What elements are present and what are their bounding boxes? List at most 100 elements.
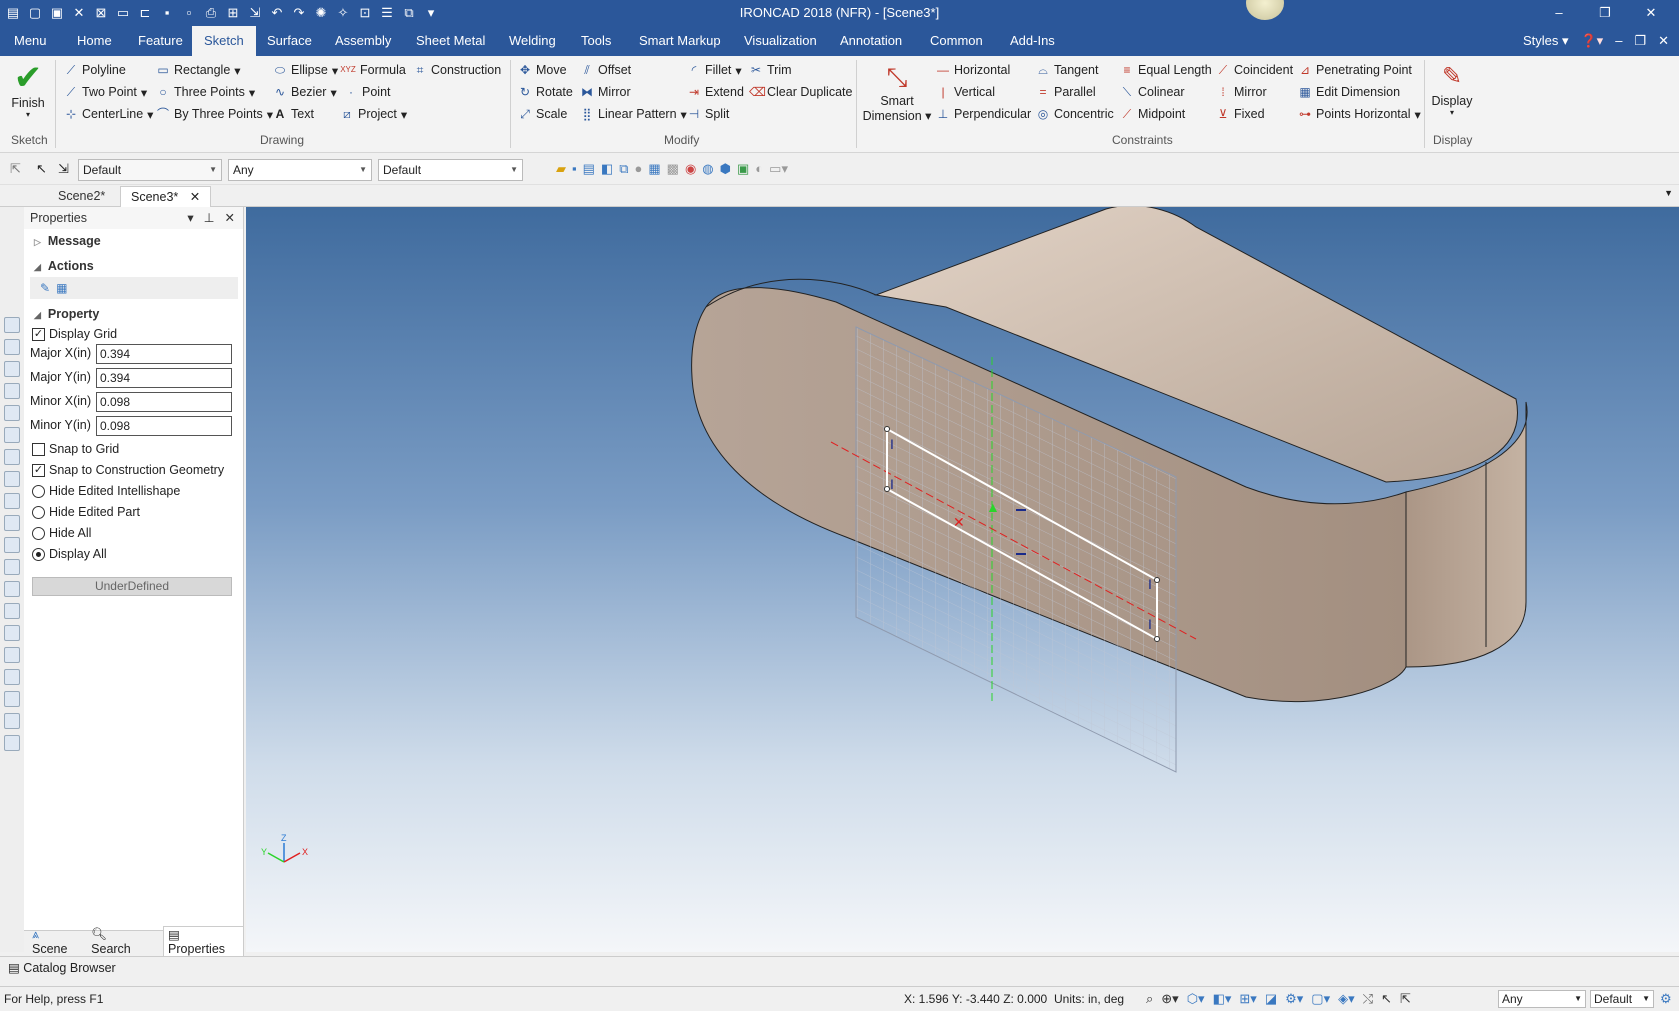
split-button[interactable]: ⊣ Split (687, 104, 730, 124)
project-button[interactable]: ⧄ Project ▾ (340, 104, 407, 124)
catalog-open-icon[interactable]: ▤ (583, 161, 595, 177)
move-button[interactable]: ✥ Move (518, 60, 567, 80)
catalog-browser-bar[interactable]: ▤ Catalog Browser (0, 956, 1679, 978)
perpendicular-button[interactable]: ⊥ Perpendicular (936, 104, 1031, 124)
extend-button[interactable]: ⇥ Extend (687, 82, 744, 102)
tab-visualization[interactable]: Visualization (732, 26, 829, 56)
bezier-button[interactable]: ∿ Bezier ▾ (273, 82, 337, 102)
assembly-icon[interactable]: ⧉ (619, 161, 628, 177)
tab-add-ins[interactable]: Add-Ins (998, 26, 1067, 56)
default-combo[interactable]: Default ▼ (378, 159, 523, 181)
point-button[interactable]: · Point (344, 82, 391, 102)
actions-section[interactable]: ◢ Actions (34, 259, 94, 273)
display-grid-checkbox[interactable]: ✓ Display Grid (32, 325, 117, 343)
smart-dimension-button[interactable]: ⤡ Smart Dimension ▾ (862, 60, 932, 130)
scene-model[interactable]: I I I I ✕ ▲ Z Y X (246, 207, 1679, 952)
tool-icon[interactable] (4, 493, 20, 509)
pin-icon[interactable]: ⊥ (204, 207, 215, 229)
part-icon[interactable]: ◧ (601, 161, 613, 177)
equal-length-button[interactable]: ≡ Equal Length (1120, 60, 1211, 80)
select-filter-icon[interactable]: ⇲ (58, 161, 69, 177)
tool-icon[interactable] (4, 537, 20, 553)
tool-icon[interactable] (4, 735, 20, 751)
ribbon-minimize-icon[interactable]: – (1615, 26, 1622, 56)
image-icon[interactable]: ▣ (737, 161, 749, 177)
panel-menu-icon[interactable]: ▾ (187, 207, 193, 229)
tab-search[interactable]: 🔍︎ Search (91, 927, 149, 956)
constraint-mirror-button[interactable]: ⁞ Mirror (1216, 82, 1266, 102)
close-tab-icon[interactable]: ✕ (190, 190, 200, 204)
by-three-points-button[interactable]: ⌒ By Three Points ▾ (156, 104, 273, 124)
hide-intellishape-radio[interactable]: Hide Edited Intellishape (32, 482, 180, 500)
ellipse-button[interactable]: ⬭ Ellipse ▾ (273, 60, 338, 80)
open-folder-icon[interactable]: ▰ (556, 161, 566, 177)
shade-icon[interactable]: ◪ (1265, 991, 1277, 1007)
select-tool-icon[interactable]: ⇱ (10, 161, 21, 177)
settings-icon[interactable]: ⚙ (1660, 991, 1672, 1007)
tab-smart-markup[interactable]: Smart Markup (627, 26, 733, 56)
tool-icon[interactable] (4, 427, 20, 443)
minor-y-input[interactable]: 0.098 (96, 416, 232, 436)
tab-welding[interactable]: Welding (497, 26, 568, 56)
status-filter-combo[interactable]: Any ▼ (1498, 990, 1586, 1008)
parallel-button[interactable]: = Parallel (1036, 82, 1095, 102)
tool-icon[interactable] (4, 581, 20, 597)
palette-icon[interactable]: ◍ (702, 161, 713, 177)
tab-surface[interactable]: Surface (255, 26, 324, 56)
tab-sheet-metal[interactable]: Sheet Metal (404, 26, 497, 56)
section-icon[interactable]: ⊞▾ (1239, 991, 1256, 1007)
tab-home[interactable]: Home (65, 26, 124, 56)
save-scene-icon[interactable]: ▪ (572, 161, 577, 177)
tab-scene3[interactable]: Scene3* ✕ (120, 186, 212, 207)
visibility-icon[interactable]: ◈▾ (1338, 991, 1355, 1007)
points-horizontal-button[interactable]: ⊶ Points Horizontal ▾ (1298, 104, 1421, 124)
zoom-icon[interactable]: ⌕ (1146, 991, 1153, 1007)
tool-icon[interactable] (4, 405, 20, 421)
calendar-icon[interactable]: ▦ (648, 161, 660, 177)
tool-icon[interactable] (4, 471, 20, 487)
tool-icon[interactable] (4, 691, 20, 707)
filter-combo[interactable]: Any ▼ (228, 159, 372, 181)
rectangle-button[interactable]: ▭ Rectangle ▾ (156, 60, 240, 80)
tool-icon[interactable] (4, 647, 20, 663)
tab-assembly[interactable]: Assembly (323, 26, 403, 56)
pointer-icon[interactable]: ↖ (36, 161, 47, 177)
hide-part-radio[interactable]: Hide Edited Part (32, 503, 140, 521)
tab-annotation[interactable]: Annotation (828, 26, 914, 56)
tab-sketch[interactable]: Sketch (192, 26, 256, 56)
message-section[interactable]: ▷ Message (34, 234, 101, 248)
edit-sketch-icon[interactable]: ✎ (40, 281, 50, 295)
close-icon[interactable]: ✕ (1629, 3, 1673, 23)
edit-dimension-button[interactable]: ▦ Edit Dimension (1298, 82, 1400, 102)
offset-button[interactable]: ⫽ Offset (580, 60, 631, 80)
grid-icon[interactable]: ▩ (667, 161, 679, 177)
sphere-icon[interactable]: ● (635, 161, 643, 177)
linear-pattern-button[interactable]: ⣿ Linear Pattern ▾ (580, 104, 687, 124)
orientation-icon[interactable]: ◧▾ (1213, 991, 1232, 1007)
tab-properties[interactable]: ▤ Properties (163, 926, 244, 957)
display-button[interactable]: ✎ Display ▾ (1430, 60, 1474, 130)
tool-icon[interactable] (4, 603, 20, 619)
tab-scene-browser[interactable]: ⩓ Scene (32, 927, 77, 956)
penetrating-point-button[interactable]: ⊿ Penetrating Point (1298, 60, 1412, 80)
tab-tools[interactable]: Tools (569, 26, 623, 56)
tab-feature[interactable]: Feature (126, 26, 195, 56)
formula-button[interactable]: XYZ Formula (340, 60, 406, 80)
rotate-button[interactable]: ↻ Rotate (518, 82, 573, 102)
cursor-filter-icon[interactable]: ⇱ (1400, 991, 1411, 1007)
mirror-button[interactable]: ⧓ Mirror (580, 82, 631, 102)
construction-button[interactable]: ⌗ Construction (413, 60, 502, 80)
polyline-button[interactable]: ⟋ Polyline (64, 60, 126, 80)
snap-icon[interactable]: ⤭ (1363, 991, 1373, 1007)
snap-construction-checkbox[interactable]: ✓ Snap to Construction Geometry (32, 461, 224, 479)
concentric-button[interactable]: ◎ Concentric (1036, 104, 1114, 124)
clear-duplicate-button[interactable]: ⌫ Clear Duplicate (749, 82, 852, 102)
cursor-select-icon[interactable]: ↖ (1381, 991, 1392, 1007)
finish-button[interactable]: ✔ Finish ▾ (8, 60, 48, 130)
help-icon[interactable]: ❓▾ (1580, 26, 1603, 56)
scale-button[interactable]: ⤢ Scale (518, 104, 567, 124)
major-y-input[interactable]: 0.394 (96, 368, 232, 388)
status-style-combo[interactable]: Default ▼ (1590, 990, 1654, 1008)
tool-icon[interactable] (4, 559, 20, 575)
tab-common[interactable]: Common (918, 26, 995, 56)
